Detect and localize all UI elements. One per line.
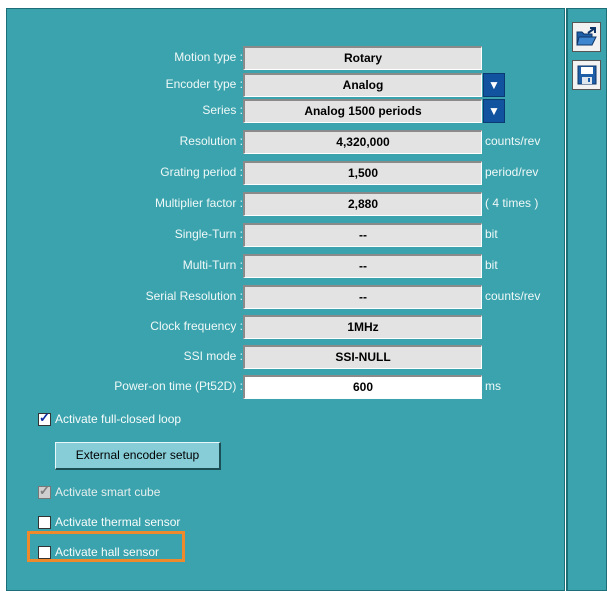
thermal-sensor-label: Activate thermal sensor (55, 515, 181, 529)
clock-frequency-field[interactable]: 1MHz (243, 315, 482, 339)
series-row: Series : Analog 1500 periods ▼ (7, 99, 566, 123)
smart-cube-checkbox-box[interactable]: ✓ (38, 482, 51, 499)
encoder-settings-panel: Motion type : Rotary Encoder type : Anal… (6, 8, 565, 591)
resolution-field: 4,320,000 (243, 130, 482, 154)
grating-period-field: 1,500 (243, 161, 482, 185)
series-label: Series : (202, 103, 243, 117)
thermal-sensor-checkbox-box[interactable] (38, 515, 51, 529)
side-toolbar (566, 8, 607, 591)
multiplier-factor-row: Multiplier factor : 2,880 ( 4 times ) (7, 192, 566, 216)
serial-resolution-field: -- (243, 285, 482, 309)
folder-open-icon (575, 27, 597, 46)
resolution-label: Resolution : (179, 134, 243, 148)
power-on-time-unit: ms (485, 379, 501, 393)
hall-sensor-checkbox[interactable]: Activate hall sensor (38, 543, 159, 561)
full-closed-loop-checkbox[interactable]: ✓ Activate full-closed loop (38, 410, 181, 428)
power-on-time-label: Power-on time (Pt52D) : (114, 379, 243, 393)
motion-type-field[interactable]: Rotary (243, 46, 482, 70)
clock-frequency-label: Clock frequency : (150, 319, 243, 333)
resolution-unit: counts/rev (485, 134, 541, 148)
smart-cube-label: Activate smart cube (55, 485, 161, 499)
single-turn-label: Single-Turn : (174, 227, 243, 241)
ssi-mode-field[interactable]: SSI-NULL (243, 345, 482, 369)
ssi-mode-row: SSI mode : SSI-NULL (7, 345, 566, 369)
multiplier-factor-label: Multiplier factor : (154, 196, 243, 210)
multiplier-factor-unit: ( 4 times ) (485, 196, 539, 210)
series-dropdown-arrow-icon[interactable]: ▼ (483, 99, 505, 123)
grating-period-unit: period/rev (485, 165, 539, 179)
external-encoder-setup-button[interactable]: External encoder setup (55, 442, 221, 470)
save-disk-icon (577, 65, 596, 85)
encoder-type-label: Encoder type : (165, 77, 243, 91)
save-file-button[interactable] (572, 60, 601, 90)
multi-turn-field: -- (243, 254, 482, 278)
grating-period-label: Grating period : (160, 165, 243, 179)
grating-period-row: Grating period : 1,500 period/rev (7, 161, 566, 185)
series-select[interactable]: Analog 1500 periods (243, 99, 482, 123)
full-closed-loop-label: Activate full-closed loop (55, 412, 182, 426)
serial-resolution-row: Serial Resolution : -- counts/rev (7, 285, 566, 309)
motion-type-label: Motion type : (174, 50, 243, 64)
single-turn-row: Single-Turn : -- bit (7, 223, 566, 247)
checkmark-icon: ✓ (39, 409, 50, 425)
multi-turn-row: Multi-Turn : -- bit (7, 254, 566, 278)
ssi-mode-label: SSI mode : (183, 349, 243, 363)
full-closed-loop-checkbox-box[interactable]: ✓ (38, 409, 51, 426)
smart-cube-checkbox[interactable]: ✓ Activate smart cube (38, 483, 160, 501)
serial-resolution-label: Serial Resolution : (145, 289, 243, 303)
multi-turn-label: Multi-Turn : (182, 258, 243, 272)
hall-sensor-checkbox-box[interactable] (38, 545, 51, 559)
motion-type-row: Motion type : Rotary (7, 46, 566, 70)
hall-sensor-label: Activate hall sensor (55, 545, 160, 559)
single-turn-field: -- (243, 223, 482, 247)
multi-turn-unit: bit (485, 258, 498, 272)
encoder-type-row: Encoder type : Analog ▼ (7, 73, 566, 97)
serial-resolution-unit: counts/rev (485, 289, 541, 303)
thermal-sensor-checkbox[interactable]: Activate thermal sensor (38, 513, 180, 531)
checkmark-icon: ✓ (39, 482, 50, 498)
resolution-row: Resolution : 4,320,000 counts/rev (7, 130, 566, 154)
power-on-time-row: Power-on time (Pt52D) : 600 ms (7, 375, 566, 399)
multiplier-factor-field: 2,880 (243, 192, 482, 216)
single-turn-unit: bit (485, 227, 498, 241)
encoder-type-select[interactable]: Analog (243, 73, 482, 97)
encoder-type-dropdown-arrow-icon[interactable]: ▼ (483, 73, 505, 97)
clock-frequency-row: Clock frequency : 1MHz (7, 315, 566, 339)
power-on-time-input[interactable]: 600 (243, 375, 482, 399)
open-file-button[interactable] (572, 22, 601, 52)
